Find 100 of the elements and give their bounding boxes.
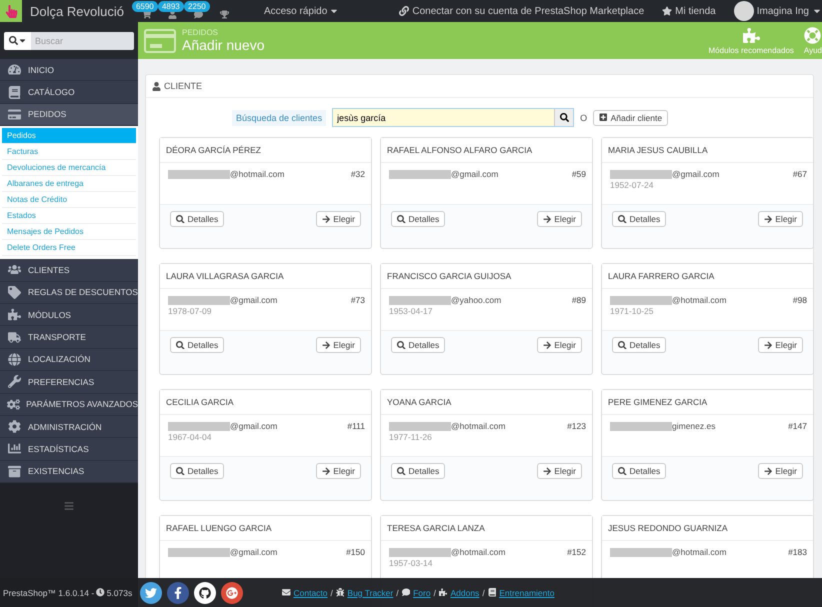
redaction-bar bbox=[389, 170, 451, 178]
customer-search-field[interactable]: jesùs garcía bbox=[332, 108, 574, 127]
bug-icon bbox=[336, 588, 344, 597]
redaction-bar bbox=[389, 422, 451, 430]
book-icon bbox=[8, 86, 20, 99]
arrow-right-icon bbox=[542, 466, 552, 476]
box-icon bbox=[8, 464, 20, 478]
choose-button[interactable]: Elegir bbox=[316, 337, 361, 353]
redaction-bar bbox=[610, 170, 672, 178]
birth-date: 1971-10-25 bbox=[610, 306, 654, 316]
search-label: Búsqueda de clientes bbox=[232, 110, 326, 126]
g-plus-icon[interactable] bbox=[221, 582, 243, 604]
details-button[interactable]: Detalles bbox=[170, 463, 224, 479]
user-icon bbox=[152, 82, 161, 90]
birth-date: 1952-07-24 bbox=[610, 180, 654, 190]
sidebar-item[interactable]: CATÁLOGO bbox=[0, 81, 138, 104]
choose-button[interactable]: Elegir bbox=[316, 463, 361, 479]
search-icon bbox=[397, 214, 406, 224]
sidebar-item[interactable]: LOCALIZACIÓN bbox=[0, 348, 138, 372]
gauge-icon bbox=[8, 63, 20, 76]
choose-button[interactable]: Elegir bbox=[758, 463, 803, 479]
shop-name[interactable]: Dolça Revolució bbox=[30, 4, 124, 18]
tag-icon bbox=[8, 286, 20, 299]
sidebar-item[interactable]: REGLAS DE DESCUENTOS bbox=[0, 282, 138, 304]
panel-title: CLIENTE bbox=[164, 81, 202, 91]
separator: / bbox=[396, 588, 399, 598]
letter-f-icon[interactable] bbox=[167, 582, 189, 604]
load-time: 5.073s bbox=[106, 588, 132, 598]
customer-name: LAURA FARRERO GARCIA bbox=[602, 264, 813, 289]
choose-button[interactable]: Elegir bbox=[536, 463, 582, 479]
marketplace-link[interactable]: Conectar con su cuenta de PrestaShop Marketplace bbox=[399, 6, 644, 16]
details-button[interactable]: Detalles bbox=[612, 337, 666, 353]
details-button[interactable]: Detalles bbox=[612, 211, 666, 227]
customer-email: @gmail.com bbox=[230, 295, 278, 305]
trophy-icon[interactable] bbox=[220, 10, 230, 19]
customer-id: #123 bbox=[567, 421, 586, 433]
cat-icon[interactable] bbox=[194, 582, 216, 604]
customer-email: gimenez.es bbox=[672, 421, 716, 431]
search-field[interactable]: Buscar bbox=[31, 32, 134, 50]
search-button[interactable] bbox=[554, 109, 574, 126]
redaction-bar bbox=[389, 296, 451, 304]
bird-icon[interactable] bbox=[140, 582, 162, 604]
search-icon bbox=[618, 466, 626, 476]
customer-id: #32 bbox=[350, 169, 365, 181]
arrow-right-icon bbox=[322, 466, 330, 476]
arrow-right-icon bbox=[542, 214, 552, 224]
wrench-icon bbox=[8, 375, 20, 388]
sidebar-item[interactable]: CLIENTES bbox=[0, 259, 138, 282]
choose-button[interactable]: Elegir bbox=[536, 211, 582, 227]
arrow-right-icon bbox=[542, 340, 552, 350]
sidebar-item[interactable]: ADMINISTRACIÓN bbox=[0, 416, 138, 438]
footer-link[interactable]: Foro bbox=[413, 588, 431, 598]
footer-link[interactable]: Contacto bbox=[294, 588, 328, 598]
sidebar-item[interactable]: MÓDULOS bbox=[0, 304, 138, 326]
user-menu[interactable]: Imagina Ing bbox=[756, 6, 822, 16]
details-button[interactable]: Detalles bbox=[170, 337, 224, 353]
customer-email: @hotmail.com bbox=[672, 547, 726, 557]
choose-button[interactable]: Elegir bbox=[536, 337, 582, 353]
footer-link[interactable]: Addons bbox=[450, 588, 480, 598]
customer-email: @gmail.com bbox=[451, 169, 498, 179]
customer-email: @gmail.com bbox=[230, 547, 278, 557]
star-icon bbox=[662, 6, 672, 16]
clock-icon bbox=[96, 588, 105, 597]
customer-name: RAFAEL LUENGO GARCIA bbox=[160, 516, 371, 541]
sidebar-item[interactable]: EXISTENCIAS bbox=[0, 460, 138, 484]
search-type-button[interactable] bbox=[4, 32, 31, 50]
sidebar-item[interactable]: INICIO bbox=[0, 59, 138, 82]
add-customer-button[interactable]: Añadir cliente bbox=[593, 110, 668, 126]
separator: / bbox=[482, 588, 485, 598]
customer-name: PERE GIMENEZ GARCIA bbox=[602, 390, 813, 415]
sidebar-item[interactable]: ESTADÍSTICAS bbox=[0, 438, 138, 461]
details-button[interactable]: Detalles bbox=[391, 211, 446, 227]
globe-icon bbox=[8, 352, 20, 366]
redaction-bar bbox=[389, 548, 451, 556]
details-button[interactable]: Detalles bbox=[391, 337, 446, 353]
search-icon bbox=[176, 340, 184, 350]
customer-email: @hotmail.com bbox=[451, 547, 506, 557]
sidebar-item[interactable]: TRANSPORTE bbox=[0, 326, 138, 349]
sidebar-item[interactable]: PEDIDOS bbox=[0, 104, 138, 126]
quick-access-menu[interactable]: Acceso rápido bbox=[264, 6, 340, 16]
details-button[interactable]: Detalles bbox=[170, 211, 224, 227]
birth-date: 1953-04-17 bbox=[389, 306, 434, 316]
puzzle-icon bbox=[742, 26, 760, 44]
birth-date: 1957-03-14 bbox=[389, 558, 434, 568]
sidebar-item[interactable]: PARÁMETROS AVANZADOS bbox=[0, 394, 138, 416]
customer-id: #59 bbox=[572, 169, 586, 181]
customer-name: JESUS REDONDO GUARNIZA bbox=[602, 516, 813, 541]
choose-button[interactable]: Elegir bbox=[758, 211, 803, 227]
choose-button[interactable]: Elegir bbox=[316, 211, 361, 227]
sidebar-item[interactable]: PREFERENCIAS bbox=[0, 371, 138, 394]
details-button[interactable]: Detalles bbox=[391, 463, 446, 479]
avatar[interactable] bbox=[734, 1, 754, 21]
choose-button[interactable]: Elegir bbox=[758, 337, 803, 353]
footer-link[interactable]: Bug Tracker bbox=[347, 588, 394, 598]
footer-link[interactable]: Entrenamiento bbox=[499, 588, 554, 598]
my-shop-link[interactable]: Mi tienda bbox=[662, 6, 716, 16]
details-button[interactable]: Detalles bbox=[612, 463, 666, 479]
customer-name: MARIA JESUS CAUBILLA bbox=[602, 138, 813, 163]
search-icon bbox=[560, 113, 569, 122]
people-icon bbox=[8, 263, 20, 276]
